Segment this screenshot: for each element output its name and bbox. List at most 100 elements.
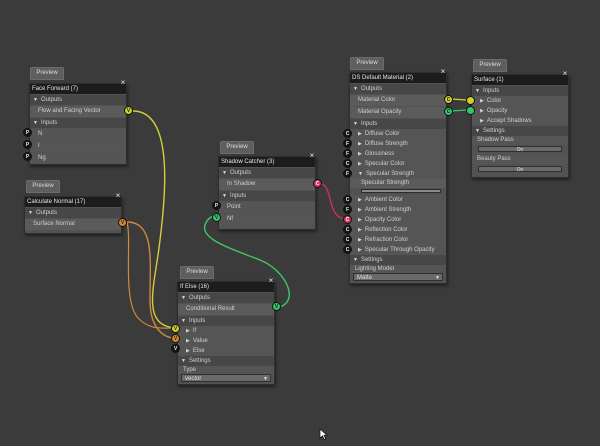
input-row-diffuse-strength[interactable]: ▶ Diffuse Strength	[350, 139, 446, 149]
close-icon[interactable]: ×	[119, 79, 127, 87]
output-socket[interactable]: V	[124, 106, 133, 115]
input-row-refraction-color[interactable]: ▶ Refraction Color	[350, 235, 446, 245]
preview-tab[interactable]: Preview	[30, 67, 64, 80]
input-row-opacity[interactable]: ▶ Opacity	[472, 106, 568, 116]
input-row-specular-through-opacity[interactable]: ▶ Specular Through Opacity	[350, 245, 446, 255]
output-row: Surface Normal	[25, 219, 121, 230]
preview-tab[interactable]: Preview	[473, 59, 507, 72]
input-socket[interactable]: P	[212, 201, 221, 210]
input-socket[interactable]: P	[23, 140, 32, 149]
input-row-ambient-color[interactable]: ▶ Ambient Color	[350, 195, 446, 205]
surface-panel: Surface (1) × ▼ Inputs ▶ Color ▶ Opacity ▶ A…	[471, 70, 569, 178]
triangle-down-icon: ▼	[181, 295, 186, 301]
outputs-section[interactable]: ▼ Outputs	[30, 95, 126, 105]
input-socket[interactable]: C	[343, 235, 352, 244]
node-title[interactable]: DS Default Material (2)	[350, 73, 446, 83]
input-socket[interactable]: C	[343, 245, 352, 254]
input-socket[interactable]	[466, 106, 475, 115]
output-row-material-color: Material Color	[350, 95, 446, 106]
triangle-down-icon: ▼	[222, 193, 227, 199]
input-socket[interactable]: F	[343, 139, 352, 148]
input-socket[interactable]: F	[343, 205, 352, 214]
triangle-down-icon: ▼	[181, 318, 186, 324]
close-icon[interactable]: ×	[561, 70, 569, 78]
input-socket[interactable]: P	[23, 128, 32, 137]
settings-section[interactable]: ▼ Settings	[350, 255, 446, 265]
lighting-model-label: Lighting Model	[350, 265, 446, 273]
input-socket[interactable]: V	[212, 213, 221, 222]
preview-tab[interactable]: Preview	[350, 57, 384, 70]
settings-section[interactable]: ▼ Settings	[472, 126, 568, 136]
node-title[interactable]: If Else (16)	[178, 282, 274, 292]
input-socket[interactable]: C	[343, 159, 352, 168]
output-socket[interactable]: V	[118, 218, 127, 227]
input-row-accept-shadows[interactable]: ▶ Accept Shadows	[472, 116, 568, 126]
input-socket[interactable]: C	[343, 195, 352, 204]
triangle-right-icon: ▶	[358, 141, 362, 147]
settings-section[interactable]: ▼ Settings	[178, 356, 274, 366]
close-icon[interactable]: ×	[114, 192, 122, 200]
input-row-specular-color[interactable]: ▶ Specular Color	[350, 159, 446, 169]
output-socket[interactable]: C	[444, 95, 453, 104]
preview-tab[interactable]: Preview	[180, 266, 214, 279]
output-row: Flow and Facing Vector	[30, 106, 126, 117]
close-icon[interactable]: ×	[308, 152, 316, 160]
outputs-section[interactable]: ▼ Outputs	[25, 208, 121, 218]
outputs-section[interactable]: ▼ Outputs	[350, 84, 446, 94]
close-icon[interactable]: ×	[267, 277, 275, 285]
inputs-section[interactable]: ▼ Inputs	[350, 119, 446, 129]
outputs-section[interactable]: ▼ Outputs	[178, 293, 274, 303]
preview-tab[interactable]: Preview	[26, 180, 60, 193]
input-row-diffuse-color[interactable]: ▶ Diffuse Color	[350, 129, 446, 139]
triangle-right-icon: ▶	[480, 108, 484, 114]
triangle-down-icon: ▼	[33, 97, 38, 103]
triangle-down-icon: ▼	[475, 128, 480, 134]
output-socket[interactable]: C	[313, 179, 322, 188]
input-row-specular-strength[interactable]: ▼ Specular Strength	[350, 169, 446, 179]
beauty-pass-toggle[interactable]: On	[478, 166, 562, 173]
input-socket[interactable]: C	[343, 225, 352, 234]
outputs-section[interactable]: ▼ Outputs	[219, 168, 315, 178]
input-row-color[interactable]: ▶ Color	[472, 96, 568, 106]
output-socket[interactable]: C	[444, 107, 453, 116]
input-socket[interactable]: V	[171, 334, 180, 343]
lighting-model-dropdown[interactable]: Matte ▼	[353, 273, 443, 281]
input-row-opacity-color[interactable]: ▶ Opacity Color	[350, 215, 446, 225]
node-title[interactable]: Calculate Normal (17)	[25, 197, 121, 207]
input-row-glossiness[interactable]: ▶ Glossiness	[350, 149, 446, 159]
inputs-section[interactable]: ▼ Inputs	[219, 191, 315, 201]
inputs-section[interactable]: ▼ Inputs	[178, 316, 274, 326]
triangle-down-icon: ▼	[222, 170, 227, 176]
node-title[interactable]: Shadow Catcher (3)	[219, 157, 315, 167]
shadow-pass-toggle[interactable]: On	[478, 146, 562, 153]
close-icon[interactable]: ×	[439, 68, 447, 76]
input-socket[interactable]: V	[171, 344, 180, 353]
input-socket[interactable]: F	[343, 149, 352, 158]
chevron-down-icon: ▼	[263, 376, 268, 382]
triangle-down-icon: ▼	[353, 257, 358, 263]
input-socket[interactable]: C	[343, 129, 352, 138]
input-socket[interactable]: C	[343, 215, 352, 224]
inputs-section[interactable]: ▼ Inputs	[30, 118, 126, 128]
input-row-reflection-color[interactable]: ▶ Reflection Color	[350, 225, 446, 235]
input-row-ambient-strength[interactable]: ▶ Ambient Strength	[350, 205, 446, 215]
node-title[interactable]: Face Forward (7)	[30, 84, 126, 94]
input-row-value[interactable]: ▶ Value	[178, 336, 274, 346]
input-socket[interactable]: V	[171, 324, 180, 333]
input-socket[interactable]: F	[343, 169, 352, 178]
wire-face-forward-to-ifelse-if	[132, 110, 176, 329]
node-title[interactable]: Surface (1)	[472, 75, 568, 85]
triangle-right-icon: ▶	[358, 131, 362, 137]
input-row-else[interactable]: ▶ Else	[178, 346, 274, 356]
preview-tab[interactable]: Preview	[220, 141, 254, 154]
inputs-section[interactable]: ▼ Inputs	[472, 86, 568, 96]
specular-strength-slider[interactable]	[361, 189, 441, 193]
triangle-right-icon: ▶	[358, 247, 362, 253]
input-socket[interactable]	[466, 96, 475, 105]
triangle-down-icon: ▼	[475, 88, 480, 94]
type-dropdown[interactable]: vector ▼	[181, 374, 271, 382]
triangle-right-icon: ▶	[186, 348, 190, 354]
output-socket[interactable]: V	[272, 302, 281, 311]
input-row-if[interactable]: ▶ If	[178, 326, 274, 336]
input-socket[interactable]: P	[23, 152, 32, 161]
